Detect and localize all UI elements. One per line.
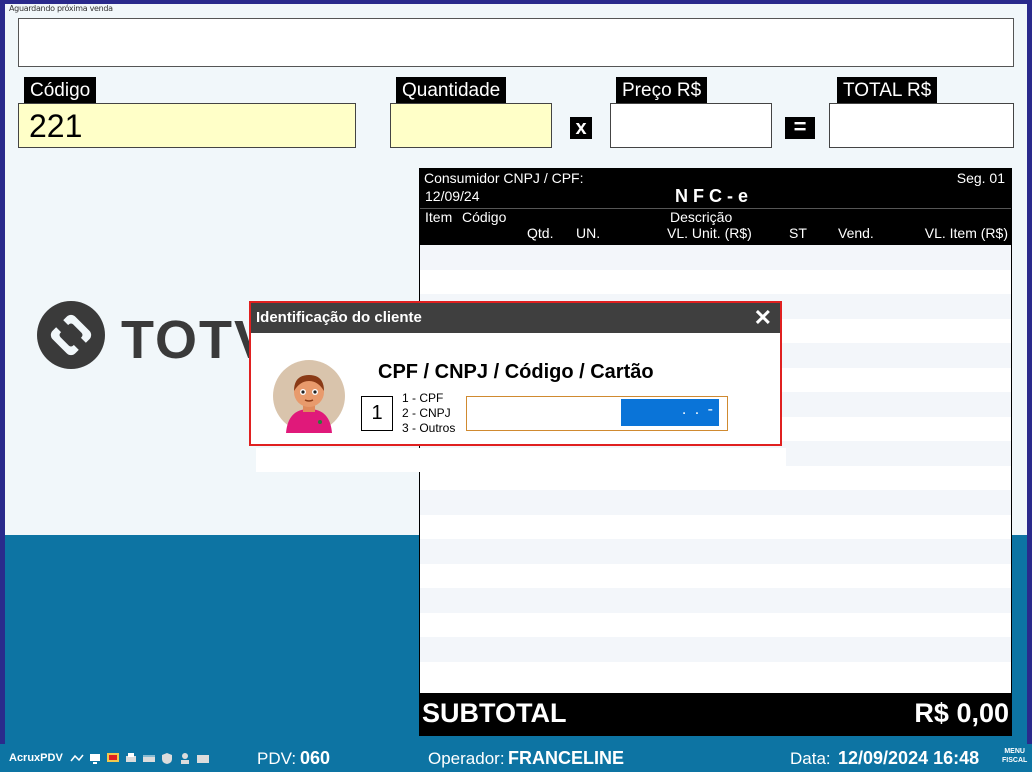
menu-fiscal-line2: FISCAL [1002,757,1028,764]
col-un: UN. [576,225,601,241]
list-item [420,612,1011,637]
equals-sign: = [785,116,815,139]
operador-value: FRANCELINE [508,748,624,768]
subtotal-value: R$ 0,00 [914,698,1009,728]
list-item [420,661,1011,686]
customer-avatar-icon [273,360,345,433]
codigo-value: 221 [29,108,83,144]
totvs-logo-icon [37,301,105,369]
option-selector-input[interactable]: 1 [361,396,393,431]
menu-fiscal-line1: MENU [1004,748,1025,755]
list-item [420,269,1011,294]
quantidade-input[interactable] [390,103,552,148]
col-descricao: Descrição [670,209,733,225]
consumidor-label: Consumidor CNPJ / CPF: [424,170,584,186]
col-qtd: Qtd. [527,225,554,241]
shield-icon[interactable] [160,752,174,765]
subtotal-bar: SUBTOTAL R$ 0,00 [420,693,1011,735]
dialog-shadow [256,448,786,472]
keyboard-icon[interactable] [196,752,210,765]
col-vl-item: VL. Item (R$) [924,225,1008,241]
preco-input[interactable] [610,103,772,148]
codigo-input[interactable]: 221 [18,103,356,148]
times-sign: x [570,117,592,139]
pdv-label: PDV: [257,749,297,768]
list-item [420,588,1011,613]
dialog-titlebar: Identificação do cliente ✕ [251,303,780,333]
col-vl-unit: VL. Unit. (R$) [667,225,752,241]
data-value: 12/09/2024 16:48 [838,748,980,768]
receipt-seg: Seg. 01 [956,170,1005,186]
list-item [420,563,1011,588]
monitor-icon[interactable] [106,752,120,765]
receipt-date: 12/09/24 [425,188,480,204]
status-message: Aguardando próxima venda [9,4,113,13]
quantidade-label: Quantidade [396,77,507,104]
printer-icon[interactable] [124,752,138,765]
customer-id-dialog: Identificação do cliente ✕ CPF / CNPJ / … [249,301,782,446]
list-item [420,539,1011,564]
codigo-label: Código [24,77,97,104]
list-item [420,637,1011,662]
totvs-logo: TOTVS [35,299,308,376]
subtotal-label: SUBTOTAL [422,698,567,728]
status-icons [70,752,210,765]
network-icon[interactable] [70,752,84,765]
dialog-heading: CPF / CNPJ / Código / Cartão [378,361,654,383]
pdv-value: 060 [300,748,331,768]
dialog-title: Identificação do cliente [256,309,422,326]
app-name: AcruxPDV [9,752,63,764]
operador-label: Operador: [428,749,505,768]
menu-fiscal-button[interactable]: MENU FISCAL [1002,747,1027,765]
option-list: 1 - CPF 2 - CNPJ 3 - Outros [402,391,455,436]
col-st: ST [789,225,807,241]
preco-label: Preço R$ [616,77,708,104]
close-icon[interactable]: ✕ [754,303,772,333]
list-item [420,514,1011,539]
option-cnpj: 2 - CNPJ [402,406,451,420]
status-bar: AcruxPDV PDV: 060 Operador: FRANCELINE D… [0,744,1032,772]
data-label: Data: [790,749,831,768]
message-display [18,18,1014,67]
list-item [420,490,1011,515]
computer-icon[interactable] [88,752,102,765]
col-codigo: Código [462,209,507,225]
document-input-mask: . . - [621,399,719,426]
receipt-title: N F C - e [675,186,749,206]
scanner-icon[interactable] [142,752,156,765]
total-label: TOTAL R$ [837,77,938,104]
user-icon[interactable] [178,752,192,765]
col-vend: Vend. [838,225,874,241]
option-cpf: 1 - CPF [402,391,444,405]
avatar [272,359,346,438]
option-outros: 3 - Outros [402,421,456,435]
receipt-header: Consumidor CNPJ / CPF: 12/09/24 N F C - … [420,169,1011,245]
document-input[interactable]: . . - [466,396,728,431]
total-input [829,103,1014,148]
list-item [420,245,1011,270]
col-item: Item [425,209,453,225]
